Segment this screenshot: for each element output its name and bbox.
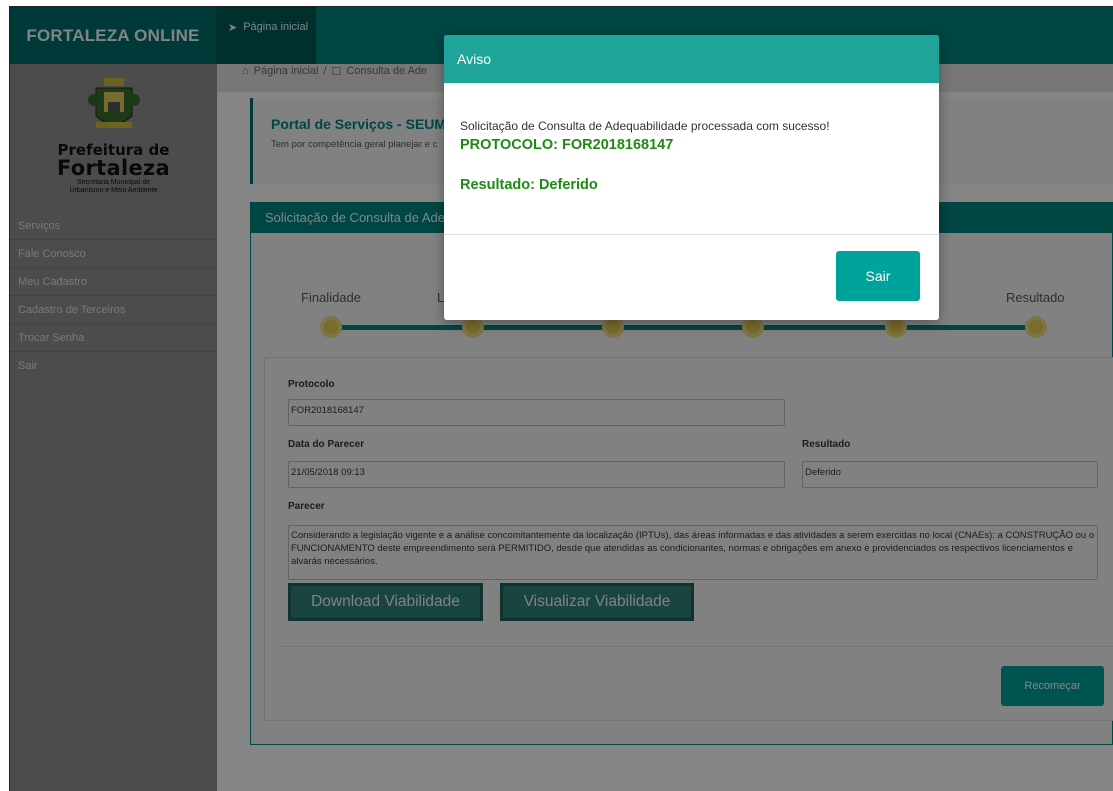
modal-title: Aviso bbox=[444, 35, 939, 83]
browser-frame: FORTALEZA ONLINE ➤ Página inicial Prefei… bbox=[9, 6, 1113, 791]
modal-body: Solicitação de Consulta de Adequabilidad… bbox=[444, 83, 939, 235]
modal-resultado: Resultado: Deferido bbox=[460, 177, 598, 193]
modal-message: Solicitação de Consulta de Adequabilidad… bbox=[460, 119, 830, 133]
sair-button[interactable]: Sair bbox=[836, 251, 920, 301]
aviso-modal: Aviso Solicitação de Consulta de Adequab… bbox=[444, 35, 939, 320]
modal-protocolo: PROTOCOLO: FOR2018168147 bbox=[460, 137, 674, 153]
